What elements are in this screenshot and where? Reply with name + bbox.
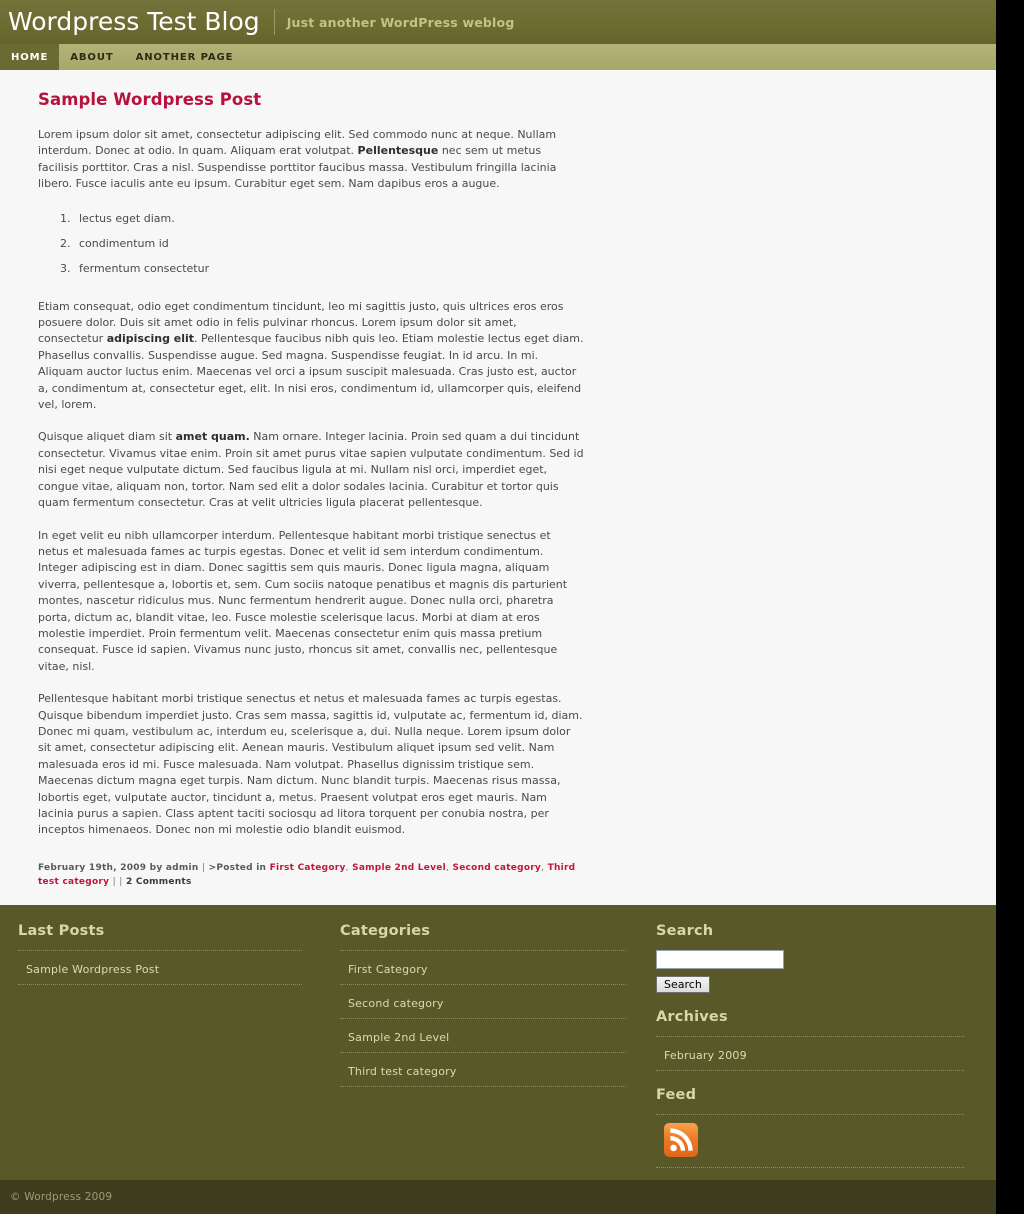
nav-item-another-page[interactable]: ANOTHER PAGE <box>125 44 245 70</box>
para3-bold: amet quam. <box>175 430 250 444</box>
meta-category-link-2[interactable]: Sample 2nd Level <box>352 863 446 873</box>
category-link-sample-2nd-level[interactable]: Sample 2nd Level <box>348 1031 449 1044</box>
post-date-author: February 19th, 2009 by admin <box>38 862 199 873</box>
feed-widget: Feed <box>656 1087 964 1168</box>
meta-comma-2: , <box>445 862 450 873</box>
footer-column-search-archives-feed: Search Search Archives February 2009 Fee… <box>644 923 996 1168</box>
nav-item-about[interactable]: ABOUT <box>59 44 124 70</box>
meta-separator-3: | <box>119 876 123 887</box>
main-content: Sample Wordpress Post Lorem ipsum dolor … <box>0 70 996 905</box>
blog-tagline: Just another WordPress weblog <box>286 14 515 30</box>
post-title[interactable]: Sample Wordpress Post <box>38 90 584 109</box>
post-paragraph-5: Pellentesque habitant morbi tristique se… <box>38 692 583 837</box>
archives-title: Archives <box>656 1008 728 1025</box>
meta-category-link-3[interactable]: Second category <box>452 863 541 873</box>
footer-column-categories: Categories First Category Second categor… <box>322 923 644 1168</box>
search-button[interactable]: Search <box>656 975 710 993</box>
post-paragraph-1: Lorem ipsum dolor sit amet, consectetur … <box>38 127 584 193</box>
meta-separator-2: | <box>112 876 116 887</box>
list-item[interactable]: Second category <box>340 985 626 1019</box>
list-item: condimentum id <box>74 236 584 252</box>
archive-link-february-2009[interactable]: February 2009 <box>664 1049 747 1062</box>
category-link-first-category[interactable]: First Category <box>348 963 428 976</box>
search-title: Search <box>656 922 714 939</box>
blog-title[interactable]: Wordpress Test Blog <box>8 9 260 36</box>
para1-bold: Pellentesque <box>357 144 439 158</box>
blog-post: Sample Wordpress Post Lorem ipsum dolor … <box>38 90 584 889</box>
categories-list: First Category Second category Sample 2n… <box>340 949 626 1087</box>
copyright-text: © Wordpress 2009 <box>10 1190 113 1203</box>
title-tagline-divider <box>273 9 275 35</box>
archives-widget: Archives February 2009 <box>656 1009 964 1071</box>
category-link-second-category[interactable]: Second category <box>348 997 444 1010</box>
page-root: Wordpress Test Blog Just another WordPre… <box>0 0 996 1214</box>
last-posts-title: Last Posts <box>18 922 105 939</box>
feed-title: Feed <box>656 1086 697 1103</box>
list-item[interactable]: First Category <box>340 951 626 985</box>
footer-column-last-posts: Last Posts Sample Wordpress Post <box>0 923 322 1168</box>
meta-comma-1: , <box>345 862 349 873</box>
list-item[interactable]: Third test category <box>340 1053 626 1087</box>
search-widget: Search Search <box>656 923 964 993</box>
list-item[interactable]: Sample Wordpress Post <box>18 951 302 985</box>
last-post-link[interactable]: Sample Wordpress Post <box>26 963 159 976</box>
post-paragraph-2: Etiam consequat, odio eget condimentum t… <box>38 299 584 414</box>
post-ordered-list: lectus eget diam. condimentum id ferment… <box>38 211 584 277</box>
list-item[interactable]: February 2009 <box>656 1037 964 1071</box>
site-header: Wordpress Test Blog Just another WordPre… <box>0 0 996 44</box>
para3-text-a: Quisque aliquet diam sit <box>38 430 176 444</box>
last-posts-list: Sample Wordpress Post <box>18 949 302 985</box>
posted-in-label: >Posted in <box>208 862 267 873</box>
footer-widgets: Last Posts Sample Wordpress Post Categor… <box>0 904 996 1180</box>
search-input[interactable] <box>656 949 784 969</box>
post-meta: February 19th, 2009 by admin | >Posted i… <box>38 861 584 889</box>
post-paragraph-3: Quisque aliquet diam sit amet quam. Nam … <box>38 429 584 511</box>
para2-bold: adipiscing elit <box>106 332 195 346</box>
feed-icon-container <box>656 1113 964 1168</box>
list-item: fermentum consectetur <box>74 261 584 277</box>
copyright-bar: © Wordpress 2009 <box>0 1179 996 1214</box>
categories-title: Categories <box>340 922 431 939</box>
post-paragraph-4: In eget velit eu nibh ullamcorper interd… <box>38 528 568 673</box>
archives-list: February 2009 <box>656 1035 964 1071</box>
meta-category-link-1[interactable]: First Category <box>270 863 346 873</box>
main-navigation: HOME ABOUT ANOTHER PAGE <box>0 44 996 70</box>
list-item: lectus eget diam. <box>74 211 584 227</box>
category-link-third-test-category[interactable]: Third test category <box>348 1065 457 1078</box>
nav-item-home[interactable]: HOME <box>0 44 60 70</box>
meta-comma-3: , <box>541 862 545 873</box>
comments-link[interactable]: 2 Comments <box>126 877 192 887</box>
rss-icon[interactable] <box>664 1122 698 1157</box>
meta-separator-1: | <box>201 862 206 873</box>
